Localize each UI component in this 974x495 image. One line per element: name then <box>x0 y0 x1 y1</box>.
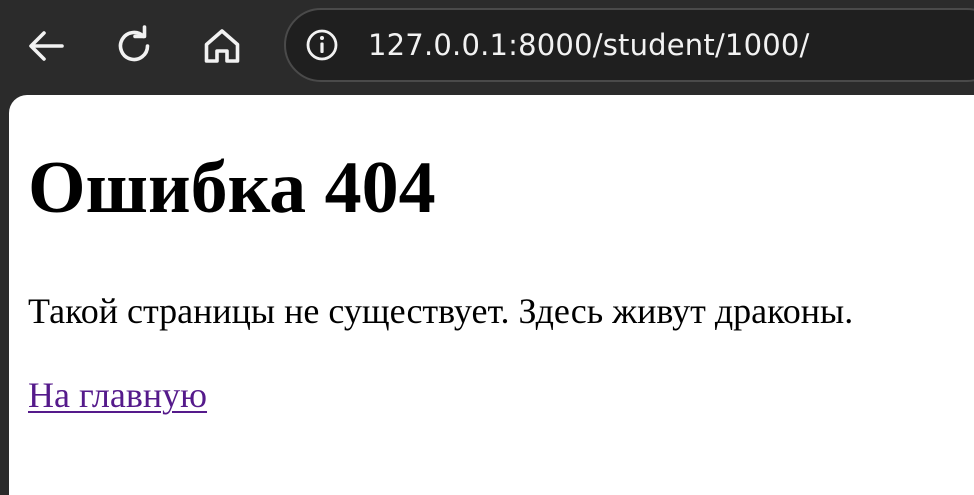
url-text[interactable]: 127.0.0.1:8000/student/1000/ <box>368 28 810 62</box>
info-icon[interactable] <box>304 27 340 63</box>
home-icon <box>200 24 244 68</box>
home-link[interactable]: На главную <box>28 377 207 413</box>
address-bar[interactable]: 127.0.0.1:8000/student/1000/ <box>284 8 974 82</box>
browser-toolbar: 127.0.0.1:8000/student/1000/ <box>0 0 974 95</box>
reload-icon <box>112 24 156 68</box>
home-button[interactable] <box>196 20 248 72</box>
error-message: Такой страницы не существует. Здесь живу… <box>28 291 854 331</box>
back-button[interactable] <box>20 20 72 72</box>
page-title: Ошибка 404 <box>28 147 436 229</box>
reload-button[interactable] <box>108 20 160 72</box>
back-arrow-icon <box>24 24 68 68</box>
page-content: Ошибка 404 Такой страницы не существует.… <box>9 95 974 495</box>
